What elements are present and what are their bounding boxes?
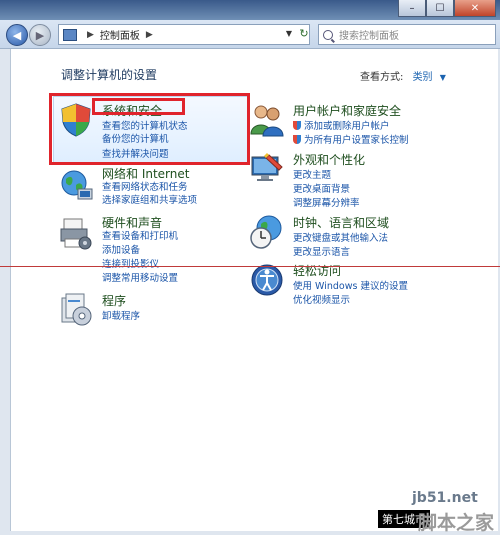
search-placeholder: 搜索控制面板 [339, 31, 399, 42]
breadcrumb-control-panel[interactable]: 控制面板 [100, 27, 140, 42]
minimize-button[interactable]: – [398, 0, 426, 17]
address-dropdown-icon[interactable]: ▼ [282, 24, 296, 43]
view-by-control[interactable]: 查看方式: 类别 ▼ [360, 68, 446, 83]
users-icon [250, 105, 284, 137]
category-title[interactable]: 外观和个性化 [293, 151, 365, 168]
category-user-accounts[interactable]: 用户帐户和家庭安全 添加或删除用户帐户 为所有用户设置家长控制 [249, 102, 494, 146]
link-add-device[interactable]: 添加设备 [102, 242, 140, 256]
back-button[interactable]: ◀ [6, 24, 28, 46]
navigation-bar: ◀ ▶ ▶ 控制面板 ▶ ▼ ↻ 搜索控制面板 [0, 20, 500, 49]
uac-shield-icon [293, 121, 301, 130]
link-uninstall-program[interactable]: 卸载程序 [102, 308, 140, 322]
control-panel-icon [63, 28, 77, 41]
category-title[interactable]: 轻松访问 [293, 262, 341, 279]
category-title[interactable]: 时钟、语言和区域 [293, 214, 389, 231]
view-by-label: 查看方式: [360, 72, 404, 83]
link-text[interactable]: 为所有用户设置家长控制 [304, 135, 409, 146]
printer-icon [60, 218, 92, 250]
category-hardware-sound[interactable]: 硬件和声音 查看设备和打印机 添加设备 连接到投影仪 调整常用移动设置 [58, 215, 258, 285]
link-connect-projector[interactable]: 连接到投影仪 [102, 256, 159, 270]
category-network-internet[interactable]: 网络和 Internet 查看网络状态和任务 选择家庭组和共享选项 [58, 167, 258, 207]
window-titlebar: – ☐ ✕ [0, 0, 500, 20]
watermark-site: jb51.net [412, 490, 478, 506]
refresh-icon[interactable]: ↻ [295, 24, 313, 43]
breadcrumb-separator[interactable]: ▶ [87, 30, 94, 40]
link-add-remove-accounts[interactable]: 添加或删除用户帐户 [293, 118, 390, 132]
link-optimize-visual[interactable]: 优化视频显示 [293, 292, 350, 306]
category-title[interactable]: 用户帐户和家庭安全 [293, 102, 401, 119]
annotation-title-highlight [92, 98, 185, 115]
maximize-button[interactable]: ☐ [426, 0, 454, 17]
appearance-monitor-icon [251, 153, 283, 181]
programs-icon [61, 293, 92, 326]
link-display-language[interactable]: 更改显示语言 [293, 244, 350, 258]
category-clock-language-region[interactable]: 时钟、语言和区域 更改键盘或其他输入法 更改显示语言 [249, 214, 494, 258]
link-mobility-settings[interactable]: 调整常用移动设置 [102, 270, 178, 284]
search-icon [323, 29, 333, 40]
uac-shield-icon [293, 135, 301, 144]
breadcrumb-separator[interactable]: ▶ [146, 30, 153, 40]
link-desktop-background[interactable]: 更改桌面背景 [293, 181, 350, 195]
category-programs[interactable]: 程序 卸载程序 [58, 292, 258, 332]
clock-globe-icon [250, 215, 282, 249]
category-ease-of-access[interactable]: 轻松访问 使用 Windows 建议的设置 优化视频显示 [249, 262, 494, 306]
link-screen-resolution[interactable]: 调整屏幕分辨率 [293, 195, 360, 209]
close-button[interactable]: ✕ [454, 0, 496, 17]
category-title[interactable]: 程序 [102, 292, 126, 309]
ease-of-access-icon [251, 264, 283, 296]
link-homegroup-sharing[interactable]: 选择家庭组和共享选项 [102, 192, 197, 206]
link-parental-controls[interactable]: 为所有用户设置家长控制 [293, 132, 409, 146]
network-globe-icon [61, 170, 93, 200]
annotation-red-line [0, 266, 500, 267]
page-title: 调整计算机的设置 [61, 68, 158, 82]
category-appearance[interactable]: 外观和个性化 更改主题 更改桌面背景 调整屏幕分辨率 [249, 151, 494, 209]
link-text[interactable]: 添加或删除用户帐户 [304, 121, 390, 132]
view-by-value[interactable]: 类别 [413, 72, 433, 83]
chevron-down-icon[interactable]: ▼ [440, 73, 446, 82]
address-bar[interactable]: ▶ 控制面板 ▶ [58, 24, 310, 45]
search-input[interactable]: 搜索控制面板 [318, 24, 496, 45]
caption-buttons: – ☐ ✕ [398, 0, 496, 18]
forward-button[interactable]: ▶ [29, 24, 51, 46]
watermark-brand: 脚本之家 [418, 512, 495, 534]
link-change-theme[interactable]: 更改主题 [293, 167, 331, 181]
link-recommended-settings[interactable]: 使用 Windows 建议的设置 [293, 278, 408, 292]
link-keyboard-input[interactable]: 更改键盘或其他输入法 [293, 230, 388, 244]
link-devices-printers[interactable]: 查看设备和打印机 [102, 228, 178, 242]
link-network-status[interactable]: 查看网络状态和任务 [102, 179, 188, 193]
